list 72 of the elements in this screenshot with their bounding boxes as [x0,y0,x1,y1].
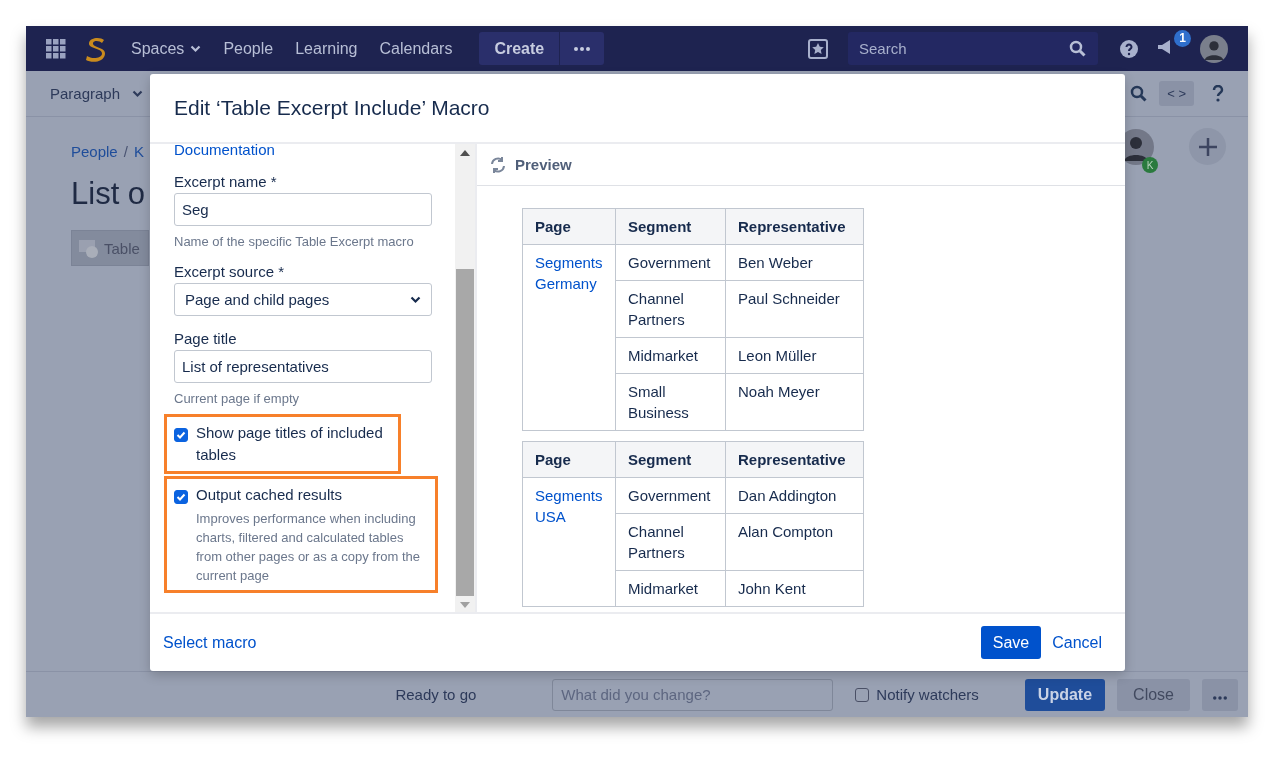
more-button[interactable] [560,32,605,65]
save-button[interactable]: Save [980,626,1042,659]
scroll-up-icon[interactable] [460,150,470,156]
column-header: Segment [615,208,726,245]
table-cell: Government [615,244,726,281]
nav-link[interactable]: People [212,39,285,58]
search-field[interactable]: Search [848,32,1098,65]
field-label: Page title [174,330,237,347]
scrollbar[interactable] [455,144,475,612]
comment-field[interactable]: What did you change? [552,678,834,711]
field-label: Excerpt name * [174,173,277,190]
chevron-icon [410,295,421,304]
paragraph-style-dropdown[interactable]: Paragraph [50,85,144,102]
checkbox[interactable] [174,428,188,442]
create-button[interactable]: Create [479,32,561,65]
table-cell: Alan Compton [725,513,864,571]
checkbox[interactable] [174,490,188,504]
column-header: Representative [725,208,864,245]
table-cell: John Kent [725,570,864,607]
source-select[interactable]: Page and child pages [174,283,432,316]
page-title: List o [71,176,146,212]
field-hint: Name of the specific Table Excerpt macro [174,234,414,249]
field-hint: Current page if empty [174,391,299,406]
table-cell: Government [615,477,726,514]
avatar-badge: K [1142,157,1158,173]
option-label: Show page titles of included tables [196,423,384,465]
app-grid-icon[interactable] [46,38,66,59]
table-cell: Paul Schneider [725,280,864,338]
update-button[interactable]: Update [1024,678,1106,711]
option-description: Improves performance when including charts, filtered and calculated tables from other pages or as a copy from the current page [196,510,421,585]
status-text: Ready to go [395,686,477,703]
preview-title: Preview [515,156,572,173]
table-cell: Dan Addington [725,477,864,514]
cancel-button[interactable]: Cancel [1052,633,1102,652]
column-header: Page [522,441,616,478]
dots-icon [1213,695,1227,700]
table-cell: Midmarket [615,570,726,607]
field-label: Excerpt source * [174,263,285,280]
nav-link[interactable]: Learning [284,39,369,58]
text-field[interactable]: Seg [174,193,432,226]
dialog-title: Edit ‘Table Excerpt Include’ Macro [174,96,490,120]
table-cell: Small Business [615,373,726,431]
table-cell: Channel Partners [615,280,726,338]
table-cell: Ben Weber [725,244,864,281]
help-icon[interactable] [1120,39,1138,58]
breadcrumb-separator: / [123,143,128,160]
table-cell: Channel Partners [615,513,726,571]
notification-badge: 1 [1174,29,1191,47]
select-macro-link[interactable]: Select macro [163,633,257,652]
starred-icon[interactable] [808,38,828,59]
help-icon[interactable] [1212,85,1224,102]
table-cell: Noah Meyer [725,373,864,431]
nav-link[interactable]: Spaces [120,39,213,58]
option-label: Output cached results [196,485,343,505]
column-header: Segment [615,441,726,478]
dots-icon [574,46,591,51]
column-header: Page [522,208,616,245]
source-view-button[interactable]: < > [1159,81,1194,106]
search-icon [1069,40,1086,57]
table-cell: Leon Müller [725,337,864,374]
search-icon[interactable] [1130,85,1148,102]
table-cell: Midmarket [615,337,726,374]
page-link[interactable]: Segments Germany [535,252,603,294]
notify-checkbox[interactable]: Notify watchers [855,686,979,703]
refresh-icon[interactable] [489,155,507,174]
plus-icon [1197,136,1218,157]
documentation-link[interactable]: Documentation [174,144,275,158]
column-header: Representative [725,441,864,478]
caret-icon [132,89,144,98]
add-button[interactable] [1189,128,1226,165]
text-field[interactable]: List of representatives [174,350,432,383]
nav-link[interactable]: Calendars [368,39,464,58]
